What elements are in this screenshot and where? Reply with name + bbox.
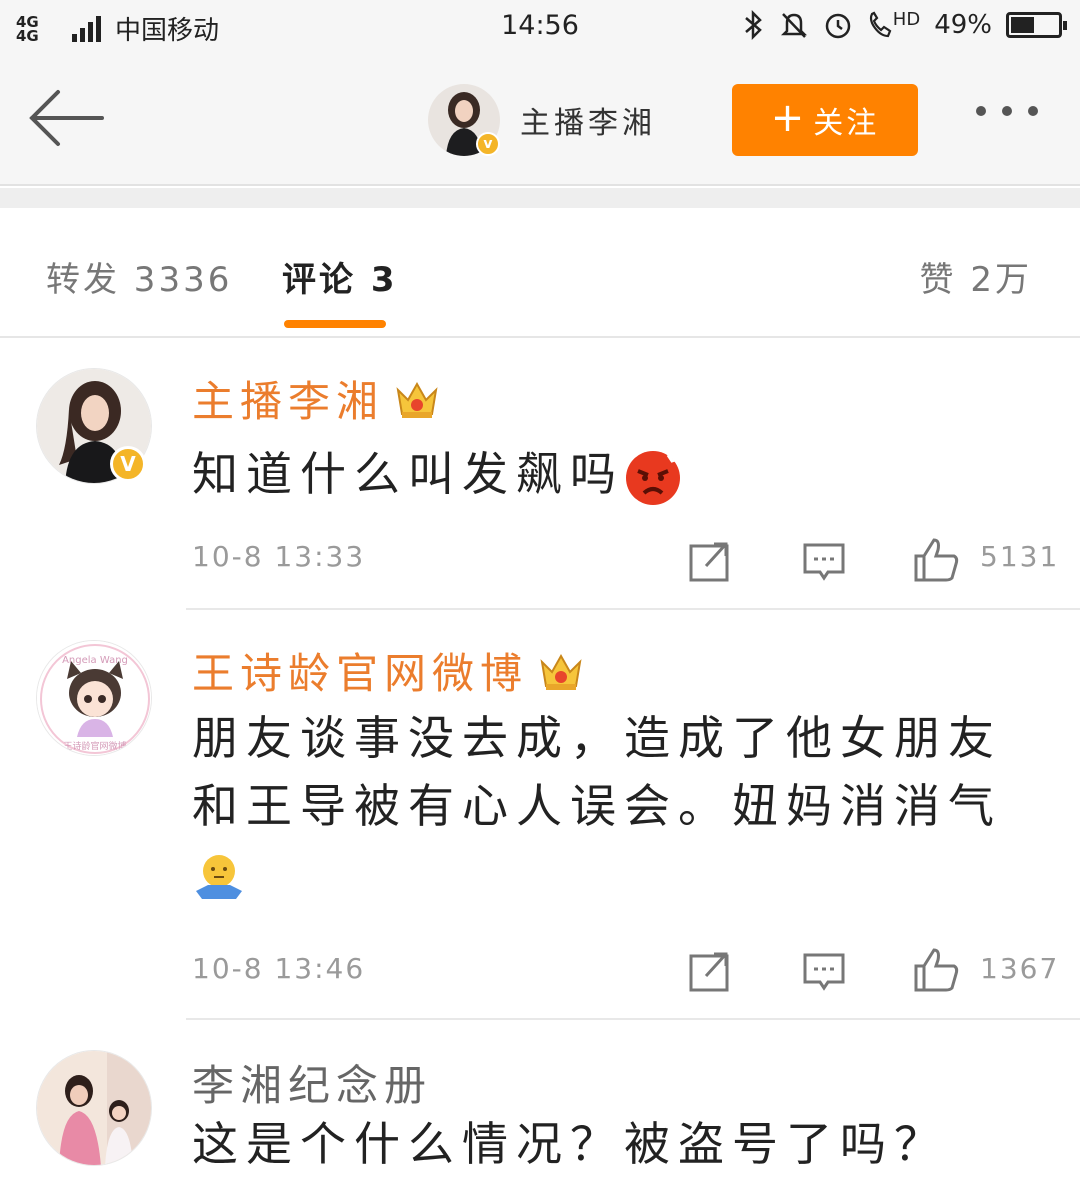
share-icon[interactable] xyxy=(688,540,732,584)
battery-icon xyxy=(1006,12,1067,38)
bluetooth-icon xyxy=(744,10,762,40)
mute-icon xyxy=(780,13,807,38)
comment-item: 李湘纪念册 这是个什么情况？被盗号了吗？ xyxy=(0,1022,1080,1198)
status-bar: 4G 4G 中国移动 14:56 HD 49% xyxy=(0,0,1080,56)
divider xyxy=(186,608,1080,610)
more-icon-dot xyxy=(1002,106,1012,116)
reply-icon[interactable] xyxy=(802,540,846,584)
nav-user[interactable]: v 主播李湘 xyxy=(428,84,656,156)
comment-item: Angela Wang 王诗龄官网微博 王诗龄官网微博 朋友谈事没去成，造成了他女… xyxy=(0,612,1080,1020)
like-count: 5131 xyxy=(980,540,1060,573)
comment-author-name: 李湘纪念册 xyxy=(192,1061,433,1110)
more-button[interactable] xyxy=(976,106,1038,116)
comment-body: 知道什么叫发飙吗 xyxy=(192,447,624,501)
comment-body: 这是个什么情况？被盗号了吗？ xyxy=(192,1117,948,1171)
active-tab-indicator xyxy=(284,320,386,328)
avatar-text: Angela Wang xyxy=(62,655,128,666)
verified-icon: v xyxy=(476,132,500,156)
comment-author[interactable]: 李湘纪念册 xyxy=(192,1052,432,1113)
crown-badge-icon xyxy=(396,381,438,418)
comment-text: 朋友谈事没去成，造成了他女朋友和王导被有心人误会。妞妈消消气 xyxy=(192,704,1032,908)
battery-level xyxy=(1011,17,1034,33)
nav-bar: v 主播李湘 + 关注 xyxy=(0,56,1080,186)
section-gap xyxy=(0,188,1080,208)
battery-percent: 49% xyxy=(934,10,992,40)
divider xyxy=(186,1018,1080,1020)
comment-item: V 主播李湘 知道什么叫发飙吗 10-8 13:33 5131 xyxy=(0,340,1080,610)
comment-author[interactable]: 主播李湘 xyxy=(192,368,440,429)
like-icon[interactable] xyxy=(912,946,960,994)
avatar[interactable] xyxy=(36,1050,152,1166)
verified-icon: V xyxy=(110,446,146,482)
back-button[interactable] xyxy=(28,88,104,148)
share-icon[interactable] xyxy=(688,950,732,994)
back-arrow-icon xyxy=(29,90,104,146)
comment-text: 这是个什么情况？被盗号了吗？ xyxy=(192,1110,1032,1178)
tab-comments[interactable]: 评论 3 xyxy=(282,252,398,301)
comment-time: 10-8 13:33 xyxy=(192,540,366,573)
comment-author[interactable]: 王诗龄官网微博 xyxy=(192,640,584,701)
comment-text: 知道什么叫发飙吗 xyxy=(192,440,1032,508)
comment-body: 朋友谈事没去成，造成了他女朋友和王导被有心人误会。妞妈消消气 xyxy=(192,711,1002,833)
follow-button[interactable]: + 关注 xyxy=(732,84,918,156)
avatar[interactable]: Angela Wang 王诗龄官网微博 xyxy=(36,640,152,756)
crown-badge-icon xyxy=(540,653,582,690)
plus-icon: + xyxy=(770,95,808,141)
follow-label: 关注 xyxy=(813,106,880,141)
shrug-emoji xyxy=(196,854,242,899)
tab-likes[interactable]: 赞 2万 xyxy=(920,252,1032,301)
more-icon xyxy=(976,106,986,116)
comment-author-name: 王诗龄官网微博 xyxy=(192,649,529,698)
like-icon[interactable] xyxy=(912,536,960,584)
hd-call-icon: HD xyxy=(867,8,921,40)
hd-label: HD xyxy=(892,8,921,30)
tab-bar: 转发 3336 评论 3 赞 2万 xyxy=(0,208,1080,338)
tab-repost[interactable]: 转发 3336 xyxy=(46,252,232,301)
more-icon-dot xyxy=(1028,106,1038,116)
nav-user-name: 主播李湘 xyxy=(520,106,656,141)
angry-face-emoji xyxy=(626,450,680,505)
alarm-icon xyxy=(825,13,851,39)
comment-time: 10-8 13:46 xyxy=(192,952,366,985)
reply-icon[interactable] xyxy=(802,950,846,994)
comment-author-name: 主播李湘 xyxy=(192,377,385,426)
like-count: 1367 xyxy=(980,952,1060,985)
status-right: HD 49% xyxy=(743,8,1067,40)
avatar-caption: 王诗龄官网微博 xyxy=(63,740,126,752)
